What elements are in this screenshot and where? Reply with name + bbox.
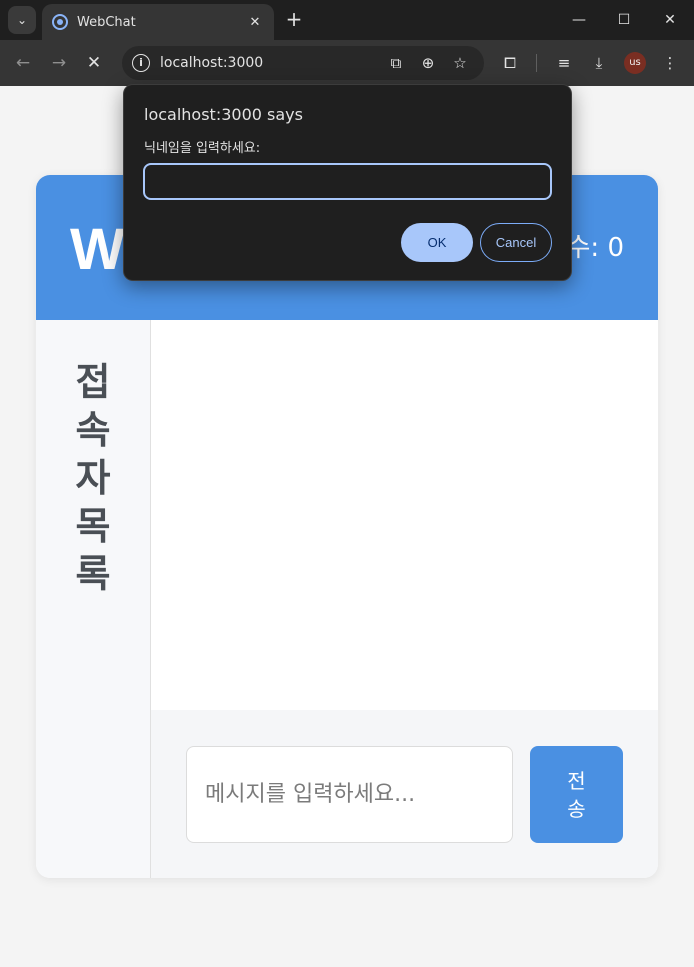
- site-info-icon[interactable]: i: [132, 54, 150, 72]
- browser-tab-bar: ⌄ WebChat ✕ + — ☐ ✕: [0, 0, 694, 40]
- toolbar-separator: [536, 54, 537, 72]
- cancel-button[interactable]: Cancel: [480, 223, 552, 262]
- dialog-title: localhost:3000 says: [144, 105, 303, 124]
- minimize-window-icon[interactable]: —: [566, 8, 592, 32]
- message-input[interactable]: [186, 746, 513, 843]
- address-bar[interactable]: i localhost:3000 ⧉ ⊕ ☆: [122, 46, 484, 80]
- message-area: [151, 320, 658, 710]
- back-arrow-icon[interactable]: ←: [11, 51, 35, 75]
- extensions-puzzle-icon[interactable]: ⧠: [498, 51, 522, 75]
- message-input-area: 전송: [151, 710, 658, 878]
- tab-search-chevron-icon[interactable]: ⌄: [8, 6, 36, 34]
- webchat-favicon-icon: [52, 14, 68, 30]
- url-text[interactable]: localhost:3000: [160, 55, 263, 71]
- user-list-sidebar: 접속자목록: [36, 320, 151, 878]
- translate-icon[interactable]: ⧉: [384, 51, 408, 75]
- dialog-message: 닉네임을 입력하세요:: [144, 141, 261, 156]
- more-menu-icon[interactable]: ⋮: [658, 51, 682, 75]
- ok-button[interactable]: OK: [401, 223, 473, 262]
- nickname-prompt-dialog: localhost:3000 says 닉네임을 입력하세요: OK Cance…: [123, 84, 572, 281]
- page-viewport: W 수: 0 접속자목록 전송 localhost:3000 says 닉네임을…: [0, 84, 694, 967]
- sidebar-title: 접속자목록: [75, 360, 111, 596]
- download-icon[interactable]: ⤓: [587, 51, 611, 75]
- profile-avatar[interactable]: us: [624, 52, 646, 74]
- send-button[interactable]: 전송: [530, 746, 623, 843]
- bookmark-star-icon[interactable]: ☆: [448, 51, 472, 75]
- tab-close-icon[interactable]: ✕: [246, 15, 264, 30]
- browser-tab[interactable]: WebChat ✕: [42, 4, 274, 40]
- browser-toolbar: ← → ✕ i localhost:3000 ⧉ ⊕ ☆ ⧠ ≡ ⤓ us ⋮: [0, 40, 694, 86]
- close-window-icon[interactable]: ✕: [657, 8, 683, 32]
- forward-arrow-icon[interactable]: →: [47, 51, 71, 75]
- stop-loading-icon[interactable]: ✕: [82, 51, 106, 75]
- nickname-input[interactable]: [143, 163, 552, 200]
- maximize-window-icon[interactable]: ☐: [611, 8, 637, 32]
- user-count-label: 수: 0: [566, 233, 625, 263]
- tab-title: WebChat: [77, 14, 136, 30]
- new-tab-button[interactable]: +: [282, 8, 306, 32]
- media-queue-icon[interactable]: ≡: [552, 51, 576, 75]
- app-title: W: [70, 217, 125, 282]
- zoom-icon[interactable]: ⊕: [416, 51, 440, 75]
